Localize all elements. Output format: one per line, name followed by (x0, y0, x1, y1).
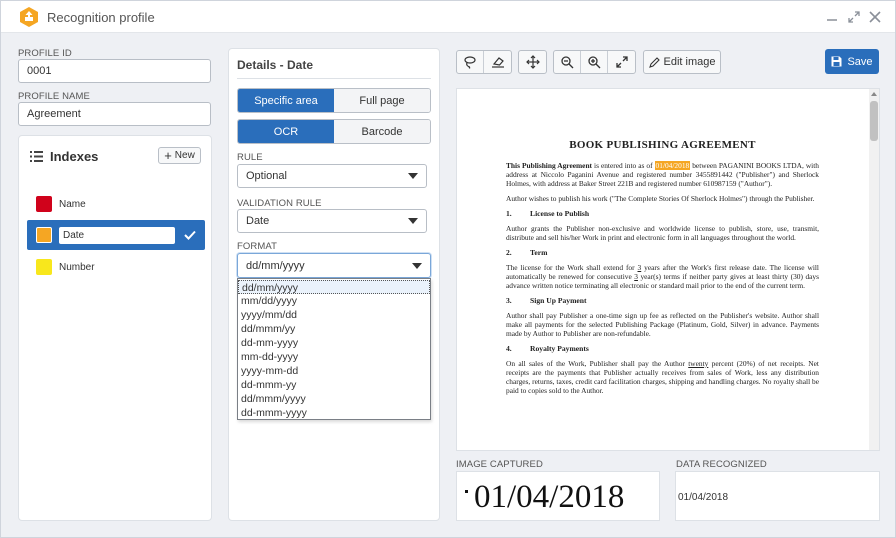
zoom-tools-group (553, 50, 636, 74)
recognition-mode-toggle: OCR Barcode (237, 119, 431, 144)
indexes-title: Indexes (50, 149, 99, 164)
details-divider (237, 78, 431, 79)
format-option[interactable]: yyyy/mm/dd (238, 308, 430, 322)
format-label: FORMAT (237, 241, 278, 252)
section-heading: 1. License to Publish (506, 209, 590, 218)
profile-name-label: PROFILE NAME (18, 91, 90, 102)
app-logo-icon (20, 7, 38, 27)
specific-area-option[interactable]: Specific area (238, 89, 334, 112)
data-recognized-value: 01/04/2018 (675, 471, 880, 521)
chevron-down-icon (408, 218, 418, 224)
validation-rule-label: VALIDATION RULE (237, 198, 322, 209)
document-paragraph: Author shall pay Publisher a one-time si… (506, 311, 819, 338)
capture-speck (465, 490, 468, 493)
details-panel: Details - Date Specific area Full page O… (228, 48, 440, 521)
pencil-icon (648, 56, 660, 68)
index-name-edit-input[interactable]: Date (59, 226, 175, 244)
minimize-icon[interactable] (824, 9, 840, 25)
format-option[interactable]: dd-mm-yyyy (238, 336, 430, 350)
document-paragraph: The license for the Work shall extend fo… (506, 263, 819, 290)
format-option[interactable]: dd-mmm-yy (238, 378, 430, 392)
format-option[interactable]: dd/mmm/yyyy (238, 392, 430, 406)
profile-id-label: PROFILE ID (18, 48, 72, 59)
area-toggle: Specific area Full page (237, 88, 431, 113)
image-captured-label: IMAGE CAPTURED (456, 459, 543, 470)
document-viewer[interactable]: BOOK PUBLISHING AGREEMENT This Publishin… (456, 88, 880, 451)
format-select-value: dd/mm/yyyy (246, 259, 305, 272)
scrollbar-thumb[interactable] (870, 101, 878, 141)
index-color-swatch (36, 196, 52, 212)
format-option[interactable]: dd/mmm/yy (238, 322, 430, 336)
lasso-icon[interactable] (457, 51, 484, 73)
zoom-out-icon[interactable] (554, 51, 581, 73)
document-paragraph: Author grants the Publisher non-exclusiv… (506, 224, 819, 242)
format-option[interactable]: mm/dd/yyyy (238, 294, 430, 308)
index-item-label: Number (59, 261, 95, 273)
list-icon (30, 151, 43, 162)
section-heading: 2. Term (506, 248, 548, 257)
barcode-option[interactable]: Barcode (334, 120, 430, 143)
floppy-disk-icon (831, 56, 842, 67)
profile-name-input[interactable]: Agreement (18, 102, 211, 126)
rule-select[interactable]: Optional (237, 164, 427, 188)
full-page-option[interactable]: Full page (334, 89, 430, 112)
zoom-in-icon[interactable] (581, 51, 608, 73)
maximize-icon[interactable] (846, 9, 862, 25)
edit-image-button[interactable]: Edit image (643, 50, 721, 74)
index-color-swatch (36, 227, 52, 243)
rule-select-value: Optional (246, 170, 287, 182)
recognition-profile-window: Recognition profile PROFILE ID 0001 PROF… (0, 0, 896, 538)
fit-to-screen-icon[interactable] (608, 51, 635, 73)
rule-label: RULE (237, 152, 263, 163)
close-icon[interactable] (867, 9, 883, 25)
details-title: Details - Date (237, 58, 314, 72)
chevron-down-icon (412, 262, 422, 269)
save-label: Save (847, 55, 873, 68)
document-paragraph: On all sales of the Work, Publisher shal… (506, 359, 819, 395)
section-heading: 4. Royalty Payments (506, 344, 589, 353)
validation-rule-select[interactable]: Date (237, 209, 427, 233)
new-button-label: New (174, 150, 195, 161)
document-intro: This Publishing Agreement is entered int… (506, 161, 819, 188)
format-select[interactable]: dd/mm/yyyy (237, 253, 431, 278)
eraser-icon[interactable] (484, 51, 511, 73)
move-tool-group (518, 50, 547, 74)
document-paragraph: Author wishes to publish his work ("The … (506, 194, 815, 203)
document-title: BOOK PUBLISHING AGREEMENT (569, 139, 756, 151)
format-option[interactable]: dd/mm/yyyy (238, 280, 430, 294)
window-title: Recognition profile (47, 10, 155, 25)
format-dropdown-list: dd/mm/yyyy mm/dd/yyyy yyyy/mm/dd dd/mmm/… (237, 278, 431, 420)
scroll-up-icon[interactable] (871, 92, 877, 96)
index-item-date[interactable]: Date (27, 220, 205, 250)
new-index-button[interactable]: + New (158, 147, 201, 164)
data-recognized-label: DATA RECOGNIZED (676, 459, 767, 470)
image-captured-box: 01/04/2018 (456, 471, 660, 521)
format-option[interactable]: mm-dd-yyyy (238, 350, 430, 364)
move-icon[interactable] (519, 51, 546, 73)
profile-id-input[interactable]: 0001 (18, 59, 211, 83)
checkmark-icon[interactable] (184, 230, 196, 240)
index-item-name[interactable]: Name (27, 191, 205, 217)
save-button[interactable]: Save (825, 49, 879, 74)
selection-tools-group (456, 50, 512, 74)
captured-image-text: 01/04/2018 (474, 479, 625, 515)
index-item-number[interactable]: Number (27, 254, 205, 280)
index-color-swatch (36, 259, 52, 275)
validation-select-value: Date (246, 215, 270, 227)
indexes-panel: Indexes + New Name Date Number (18, 135, 212, 521)
document-scrollbar[interactable] (869, 89, 879, 450)
title-bar: Recognition profile (1, 1, 895, 33)
plus-icon: + (164, 147, 172, 163)
document-page: BOOK PUBLISHING AGREEMENT This Publishin… (506, 139, 819, 401)
index-item-label: Name (59, 198, 86, 210)
recognized-area-highlight[interactable]: 01/04/2018 (654, 161, 691, 170)
chevron-down-icon (408, 173, 418, 179)
ocr-option[interactable]: OCR (238, 120, 334, 143)
section-heading: 3. Sign Up Payment (506, 296, 587, 305)
format-option[interactable]: yyyy-mm-dd (238, 364, 430, 378)
format-option[interactable]: dd-mmm-yyyy (238, 406, 430, 420)
edit-image-label: Edit image (663, 56, 716, 68)
